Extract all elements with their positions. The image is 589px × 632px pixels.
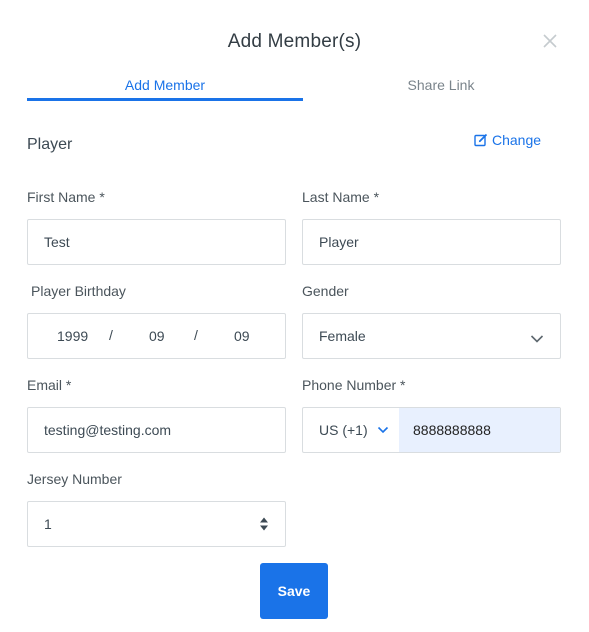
last-name-label: Last Name *: [302, 189, 380, 205]
last-name-field[interactable]: Player: [302, 219, 561, 265]
first-name-value: Test: [44, 234, 70, 250]
change-label: Change: [492, 132, 542, 148]
tab-share-link[interactable]: Share Link: [303, 77, 579, 101]
section-label-player: Player: [27, 136, 73, 153]
first-name-label: First Name *: [27, 189, 105, 205]
save-button[interactable]: Save: [260, 563, 328, 619]
phone-label: Phone Number *: [302, 377, 406, 393]
email-field[interactable]: testing@testing.com: [27, 407, 286, 453]
jersey-number-field[interactable]: 1: [27, 501, 286, 547]
email-value: testing@testing.com: [44, 422, 172, 438]
close-icon[interactable]: [541, 32, 559, 50]
phone-number-value: 8888888888: [413, 422, 491, 438]
change-link[interactable]: Change: [474, 132, 541, 148]
birthday-month-input[interactable]: 09: [149, 328, 165, 344]
birthday-field[interactable]: 1999 / 09 / 09: [27, 313, 286, 359]
jersey-number-label: Jersey Number: [27, 471, 122, 487]
phone-field: US (+1) 8888888888: [302, 407, 561, 453]
last-name-value: Player: [319, 234, 359, 250]
phone-number-input[interactable]: 8888888888: [399, 408, 560, 452]
edit-icon: [474, 133, 488, 147]
country-code-select[interactable]: US (+1): [303, 408, 399, 452]
gender-value: Female: [319, 328, 366, 344]
chevron-down-icon: [377, 426, 389, 434]
country-code-value: US (+1): [319, 422, 368, 438]
jersey-number-value: 1: [44, 516, 52, 532]
chevron-down-icon: [530, 331, 544, 347]
date-separator: /: [109, 327, 113, 343]
birthday-label: Player Birthday: [31, 283, 126, 299]
birthday-day-input[interactable]: 09: [234, 328, 250, 344]
gender-label: Gender: [302, 283, 349, 299]
modal-title: Add Member(s): [227, 31, 362, 52]
email-label: Email *: [27, 377, 72, 393]
spinner-arrows-icon[interactable]: [259, 516, 269, 532]
active-tab-indicator: [27, 98, 303, 101]
date-separator: /: [194, 327, 198, 343]
gender-select[interactable]: Female: [302, 313, 561, 359]
birthday-year-input[interactable]: 1999: [57, 328, 88, 344]
first-name-field[interactable]: Test: [27, 219, 286, 265]
